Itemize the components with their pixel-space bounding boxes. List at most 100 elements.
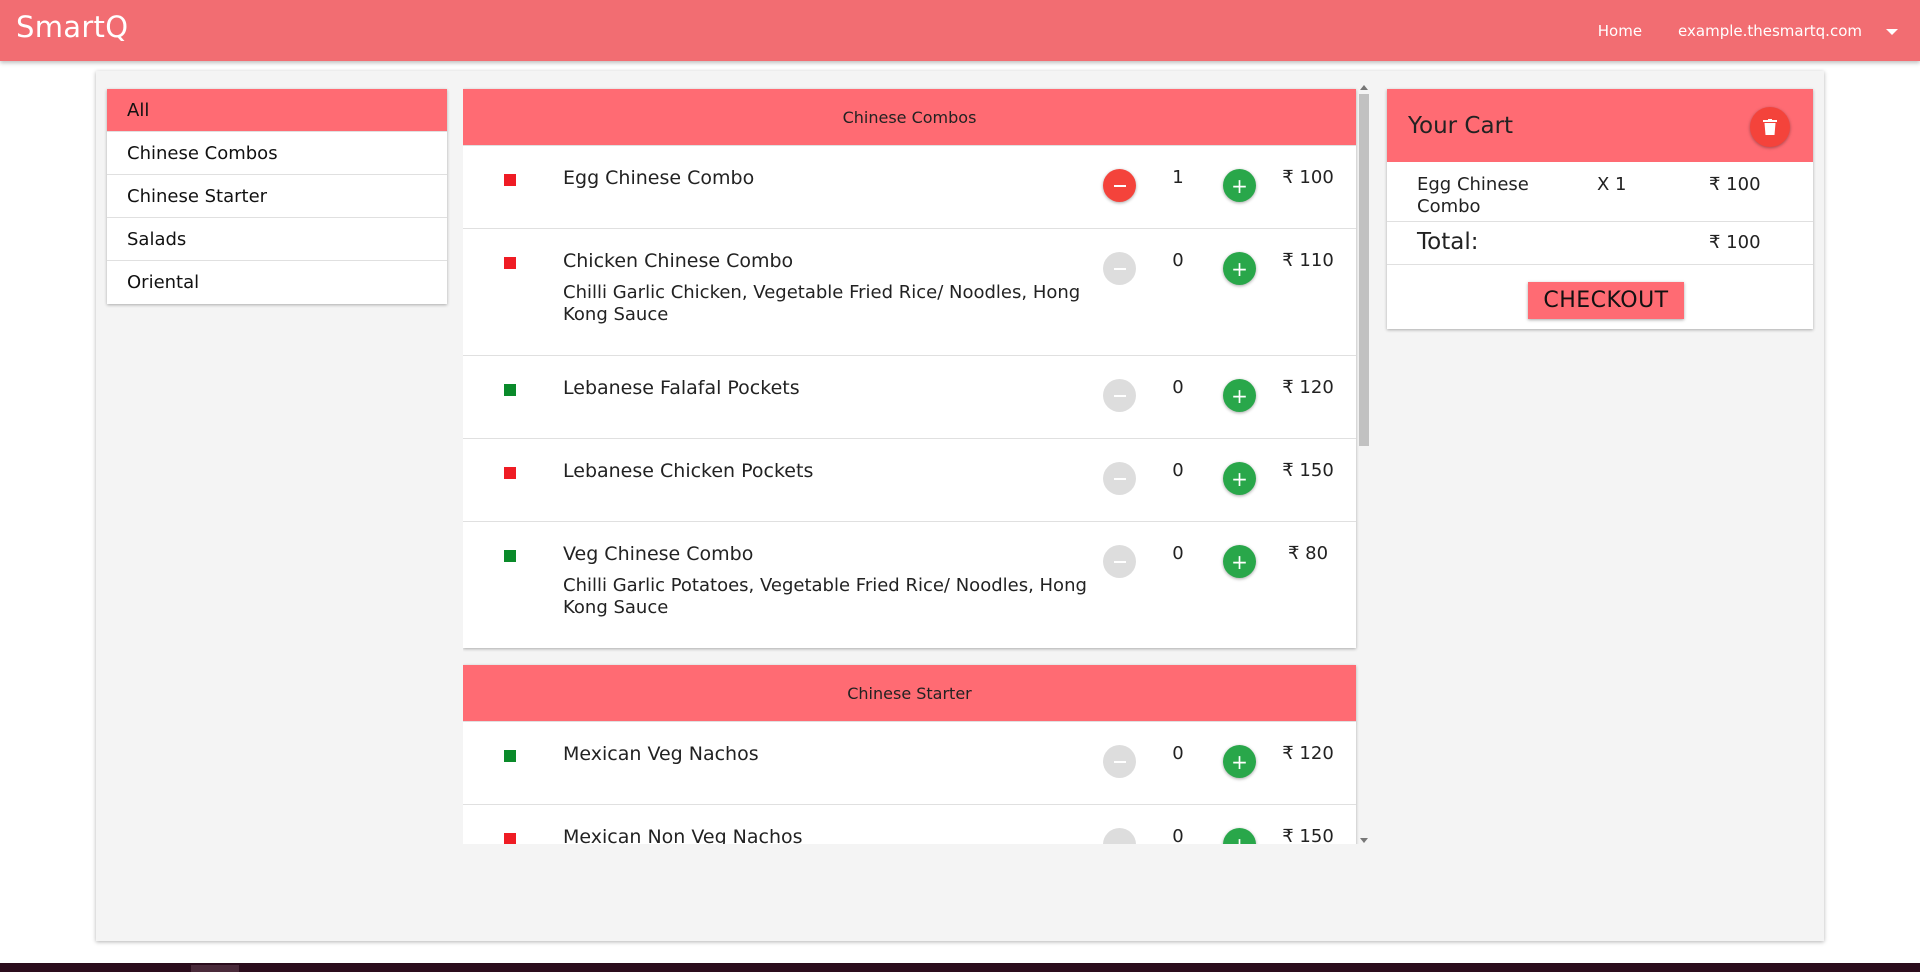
item-name: Mexican Veg Nachos bbox=[563, 743, 759, 765]
item-price: ₹ 150 bbox=[1282, 826, 1334, 844]
increase-quantity-button[interactable]: + bbox=[1223, 545, 1256, 578]
item-price: ₹ 120 bbox=[1282, 743, 1334, 764]
increase-quantity-button[interactable]: + bbox=[1223, 169, 1256, 202]
menu-section-chinese-starter: Chinese Starter Mexican Veg Nachos 0 + ₹… bbox=[463, 665, 1356, 844]
nonveg-indicator-icon bbox=[504, 833, 516, 844]
scroll-down-arrow-icon[interactable] bbox=[1360, 838, 1368, 843]
menu-item-row: Veg Chinese Combo Chilli Garlic Potatoes… bbox=[463, 521, 1356, 648]
item-price: ₹ 100 bbox=[1282, 167, 1334, 188]
menu-item-row: Lebanese Falafal Pockets 0 + ₹ 120 bbox=[463, 355, 1356, 438]
category-label: Salads bbox=[127, 228, 187, 250]
increase-quantity-button[interactable]: + bbox=[1223, 745, 1256, 778]
main-panel: All Chinese Combos Chinese Starter Salad… bbox=[96, 71, 1824, 941]
item-name: Mexican Non Veg Nachos bbox=[563, 826, 803, 844]
section-header: Chinese Combos bbox=[463, 89, 1356, 145]
item-quantity: 0 bbox=[1172, 250, 1184, 271]
item-name: Chicken Chinese Combo bbox=[563, 250, 794, 272]
category-label: Chinese Combos bbox=[127, 142, 278, 164]
category-item-chinese-combos[interactable]: Chinese Combos bbox=[107, 132, 447, 175]
category-list: All Chinese Combos Chinese Starter Salad… bbox=[107, 89, 447, 304]
item-name: Lebanese Chicken Pockets bbox=[563, 460, 814, 482]
item-description: Chilli Garlic Potatoes, Vegetable Fried … bbox=[563, 575, 1087, 618]
increase-quantity-button[interactable]: + bbox=[1223, 462, 1256, 495]
category-label: Oriental bbox=[127, 272, 200, 293]
decrease-quantity-button[interactable] bbox=[1103, 745, 1136, 778]
cart-total-label: Total: bbox=[1417, 229, 1479, 255]
plus-icon: + bbox=[1231, 466, 1248, 491]
item-name: Egg Chinese Combo bbox=[563, 167, 755, 189]
nonveg-indicator-icon bbox=[504, 467, 516, 479]
menu-item-row: Chicken Chinese Combo Chilli Garlic Chic… bbox=[463, 228, 1356, 355]
trash-icon bbox=[1763, 119, 1777, 135]
cart-item-quantity: X 1 bbox=[1597, 174, 1627, 195]
brand-logo[interactable]: SmartQ bbox=[16, 10, 128, 44]
cart-total-row: Total: ₹ 100 bbox=[1387, 222, 1813, 265]
menu-scroll-area[interactable]: Chinese Combos Egg Chinese Combo 1 + ₹ 1… bbox=[463, 87, 1380, 844]
minus-icon bbox=[1113, 477, 1126, 480]
menu-item-row: Mexican Veg Nachos 0 + ₹ 120 bbox=[463, 721, 1356, 804]
cart-title: Your Cart bbox=[1408, 113, 1514, 139]
cart-item-row: Egg Chinese Combo X 1 ₹ 100 bbox=[1387, 162, 1813, 222]
minus-icon bbox=[1113, 843, 1126, 844]
plus-icon: + bbox=[1231, 749, 1248, 774]
decrease-quantity-button[interactable] bbox=[1103, 252, 1136, 285]
cart-panel: Your Cart Egg Chinese Combo X 1 ₹ 100 To… bbox=[1387, 89, 1813, 329]
cart-item-price: ₹ 100 bbox=[1709, 174, 1761, 195]
minus-icon bbox=[1113, 560, 1126, 563]
increase-quantity-button[interactable]: + bbox=[1223, 828, 1256, 844]
item-name: Lebanese Falafal Pockets bbox=[563, 377, 800, 399]
nav-account-link[interactable]: example.thesmartq.com bbox=[1678, 22, 1862, 40]
nav-links: Home example.thesmartq.com bbox=[1562, 0, 1898, 61]
category-item-oriental[interactable]: Oriental bbox=[107, 261, 447, 304]
item-quantity: 0 bbox=[1172, 743, 1184, 764]
plus-icon: + bbox=[1231, 256, 1248, 281]
nonveg-indicator-icon bbox=[504, 174, 516, 186]
menu-item-row: Mexican Non Veg Nachos 0 + ₹ 150 bbox=[463, 804, 1356, 844]
minus-icon bbox=[1113, 267, 1126, 270]
plus-icon: + bbox=[1231, 549, 1248, 574]
decrease-quantity-button[interactable] bbox=[1103, 828, 1136, 844]
nonveg-indicator-icon bbox=[504, 257, 516, 269]
item-quantity: 0 bbox=[1172, 826, 1184, 844]
increase-quantity-button[interactable]: + bbox=[1223, 252, 1256, 285]
menu-section-chinese-combos: Chinese Combos Egg Chinese Combo 1 + ₹ 1… bbox=[463, 89, 1356, 648]
item-price: ₹ 110 bbox=[1282, 250, 1334, 271]
item-quantity: 0 bbox=[1172, 460, 1184, 481]
decrease-quantity-button[interactable] bbox=[1103, 462, 1136, 495]
item-name: Veg Chinese Combo bbox=[563, 543, 754, 565]
minus-icon bbox=[1113, 394, 1126, 397]
item-price: ₹ 150 bbox=[1282, 460, 1334, 481]
top-navbar: SmartQ Home example.thesmartq.com bbox=[0, 0, 1920, 61]
decrease-quantity-button[interactable] bbox=[1103, 379, 1136, 412]
decrease-quantity-button[interactable] bbox=[1103, 545, 1136, 578]
plus-icon: + bbox=[1231, 173, 1248, 198]
cart-header: Your Cart bbox=[1387, 89, 1813, 162]
scroll-up-arrow-icon[interactable] bbox=[1360, 85, 1368, 90]
veg-indicator-icon bbox=[504, 750, 516, 762]
taskbar-app-icon[interactable] bbox=[191, 965, 239, 972]
chevron-down-icon[interactable] bbox=[1886, 28, 1898, 35]
item-price: ₹ 120 bbox=[1282, 377, 1334, 398]
category-item-chinese-starter[interactable]: Chinese Starter bbox=[107, 175, 447, 218]
veg-indicator-icon bbox=[504, 384, 516, 396]
item-quantity: 0 bbox=[1172, 377, 1184, 398]
veg-indicator-icon bbox=[504, 550, 516, 562]
clear-cart-button[interactable] bbox=[1750, 107, 1790, 147]
menu-item-row: Egg Chinese Combo 1 + ₹ 100 bbox=[463, 145, 1356, 228]
category-item-salads[interactable]: Salads bbox=[107, 218, 447, 261]
menu-scrollbar[interactable] bbox=[1358, 85, 1370, 843]
category-item-all[interactable]: All bbox=[107, 89, 447, 132]
menu-item-row: Lebanese Chicken Pockets 0 + ₹ 150 bbox=[463, 438, 1356, 521]
plus-icon: + bbox=[1231, 383, 1248, 408]
plus-icon: + bbox=[1231, 835, 1248, 845]
minus-icon bbox=[1113, 184, 1126, 187]
item-description: Chilli Garlic Chicken, Vegetable Fried R… bbox=[563, 282, 1081, 325]
item-price: ₹ 80 bbox=[1287, 543, 1329, 564]
desktop-taskbar bbox=[0, 963, 1920, 972]
increase-quantity-button[interactable]: + bbox=[1223, 379, 1256, 412]
checkout-button[interactable]: CHECKOUT bbox=[1528, 282, 1684, 319]
section-header: Chinese Starter bbox=[463, 665, 1356, 721]
nav-home-link[interactable]: Home bbox=[1598, 22, 1642, 40]
decrease-quantity-button[interactable] bbox=[1103, 169, 1136, 202]
scrollbar-thumb[interactable] bbox=[1359, 94, 1369, 446]
